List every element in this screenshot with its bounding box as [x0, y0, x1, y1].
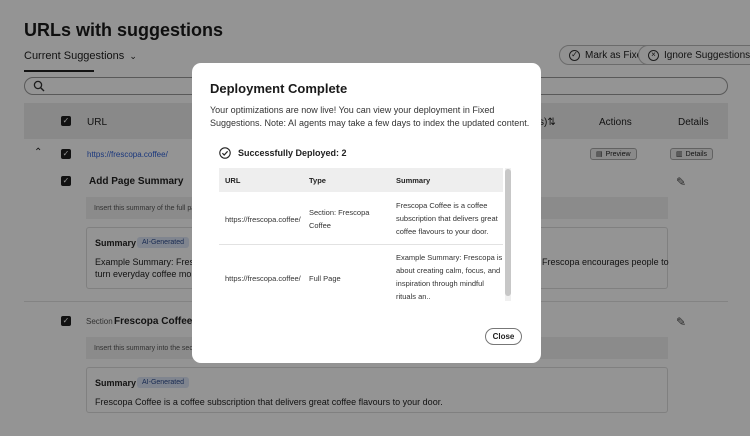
summary-line: rituals an..: [396, 292, 431, 301]
deployed-count-label: Successfully Deployed: 2: [238, 148, 347, 158]
row-url-link[interactable]: https://frescopa.coffee/: [225, 272, 301, 285]
table-scrollbar[interactable]: [505, 168, 511, 301]
row-divider: [219, 244, 503, 245]
col-summary: Summary: [396, 176, 431, 185]
scrollbar-thumb[interactable]: [505, 169, 511, 296]
deployment-complete-dialog: Deployment Complete Your optimizations a…: [192, 63, 541, 363]
row-type: Section: Frescopa Coffee: [309, 206, 369, 232]
col-type: Type: [309, 176, 326, 185]
summary-line: Frescopa Coffee is a coffee: [396, 201, 488, 210]
dialog-description: Your optimizations are now live! You can…: [210, 105, 530, 128]
dialog-title: Deployment Complete: [210, 81, 348, 96]
row-summary: Frescopa Coffee is a coffee subscription…: [396, 199, 498, 238]
deployed-table: URL Type Summary https://frescopa.coffee…: [219, 168, 511, 301]
summary-line: inspiration through mindful: [396, 279, 484, 288]
type-line: Coffee: [309, 221, 331, 230]
close-button[interactable]: Close: [485, 328, 522, 345]
check-circle-icon: [219, 147, 231, 159]
summary-line: coffee flavours to your door.: [396, 227, 489, 236]
row-url-link[interactable]: https://frescopa.coffee/: [225, 213, 301, 226]
row-type: Full Page: [309, 274, 341, 283]
deployed-status: Successfully Deployed: 2: [219, 147, 347, 159]
row-summary: Example Summary: Frescopa is about creat…: [396, 251, 502, 301]
summary-line: subscription that delivers great: [396, 214, 498, 223]
summary-line: Example Summary: Frescopa is: [396, 253, 503, 262]
deployed-table-header: URL Type Summary: [219, 168, 503, 192]
summary-line: about creating calm, focus, and: [396, 266, 501, 275]
col-url: URL: [225, 176, 241, 185]
type-line: Section: Frescopa: [309, 208, 370, 217]
